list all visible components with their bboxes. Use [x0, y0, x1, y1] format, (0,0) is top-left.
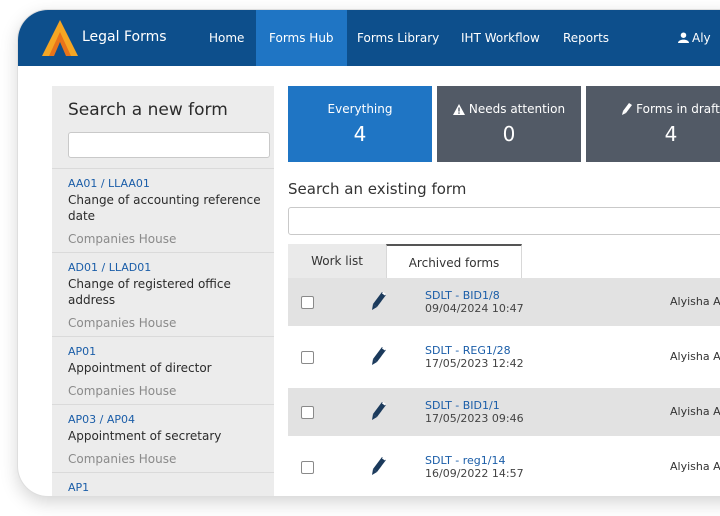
- form-timestamp: 09/04/2024 10:47: [425, 302, 524, 315]
- form-source: Companies House: [68, 452, 177, 466]
- form-code[interactable]: AA01 / LLAA01: [68, 177, 262, 190]
- form-source: Companies House: [68, 316, 177, 330]
- list-item[interactable]: AP03 / AP04 Appointment of secretary Com…: [52, 404, 274, 472]
- edit-pencil-icon[interactable]: [372, 292, 386, 310]
- tile-forms-in-draft[interactable]: Forms in draft 4: [586, 86, 720, 162]
- tile-count: 4: [353, 122, 367, 146]
- form-timestamp: 17/05/2023 09:46: [425, 412, 524, 425]
- tab-work-list[interactable]: Work list: [288, 244, 386, 278]
- form-code[interactable]: AP01: [68, 345, 262, 358]
- user-icon: [678, 32, 689, 43]
- tile-count: 0: [502, 122, 516, 146]
- tile-needs-attention[interactable]: Needs attention 0: [437, 86, 581, 162]
- form-reference-link[interactable]: SDLT - BID1/8: [425, 289, 500, 302]
- new-form-search-input[interactable]: [68, 132, 270, 158]
- list-item[interactable]: AD01 / LLAD01 Change of registered offic…: [52, 252, 274, 336]
- form-source: Companies House: [68, 384, 177, 398]
- tile-label: Forms in draft: [636, 102, 720, 116]
- form-source: Companies House: [68, 232, 177, 246]
- app-window: Legal Forms Home Forms Hub Forms Library…: [18, 10, 720, 496]
- table-row[interactable]: SDLT - BID1/1 17/05/2023 09:46 Alyisha A…: [288, 388, 720, 436]
- form-code[interactable]: AP03 / AP04: [68, 413, 262, 426]
- form-name: Change of registered office address: [68, 277, 231, 307]
- row-checkbox[interactable]: [301, 406, 314, 419]
- tile-count: 4: [664, 122, 678, 146]
- form-owner: Alyisha Ar: [670, 350, 720, 363]
- list-item[interactable]: AP1: [52, 472, 274, 496]
- form-timestamp: 17/05/2023 12:42: [425, 357, 524, 370]
- nav-forms-library[interactable]: Forms Library: [344, 10, 452, 66]
- row-checkbox[interactable]: [301, 296, 314, 309]
- tile-label: Everything: [327, 102, 393, 116]
- tile-everything[interactable]: Everything 4: [288, 86, 432, 162]
- tile-label: Needs attention: [468, 102, 566, 116]
- row-checkbox[interactable]: [301, 351, 314, 364]
- user-menu[interactable]: Aly: [678, 10, 711, 66]
- form-owner: Alyisha Ar: [670, 405, 720, 418]
- edit-pencil-icon[interactable]: [372, 402, 386, 420]
- existing-search-title: Search an existing form: [288, 180, 467, 198]
- tab-archived-forms[interactable]: Archived forms: [386, 244, 522, 278]
- nav-iht-workflow[interactable]: IHT Workflow: [448, 10, 553, 66]
- nav-forms-hub[interactable]: Forms Hub: [256, 10, 347, 66]
- legal-forms-logo: [42, 20, 78, 56]
- pencil-icon: [622, 103, 633, 115]
- form-reference-link[interactable]: SDLT - BID1/1: [425, 399, 500, 412]
- row-checkbox[interactable]: [301, 461, 314, 474]
- form-reference-link[interactable]: SDLT - reg1/14: [425, 454, 505, 467]
- brand-name[interactable]: Legal Forms: [82, 29, 167, 45]
- form-list: AA01 / LLAA01 Change of accounting refer…: [52, 168, 274, 496]
- top-navbar: Legal Forms Home Forms Hub Forms Library…: [18, 10, 720, 66]
- worklist-tabs: Work list Archived forms: [288, 244, 720, 279]
- warning-icon: [452, 104, 465, 115]
- edit-pencil-icon[interactable]: [372, 347, 386, 365]
- list-item[interactable]: AA01 / LLAA01 Change of accounting refer…: [52, 168, 274, 252]
- nav-reports[interactable]: Reports: [550, 10, 622, 66]
- nav-home[interactable]: Home: [196, 10, 257, 66]
- sidebar-title: Search a new form: [68, 100, 228, 120]
- existing-form-search-input[interactable]: [288, 207, 720, 235]
- form-code[interactable]: AP1: [68, 481, 262, 494]
- form-owner: Alyisha Ar: [670, 295, 720, 308]
- form-timestamp: 16/09/2022 14:57: [425, 467, 524, 480]
- table-row[interactable]: SDLT - reg1/14 16/09/2022 14:57 Alyisha …: [288, 443, 720, 491]
- form-name: Change of accounting reference date: [68, 193, 261, 223]
- table-row[interactable]: SDLT - BID1/8 09/04/2024 10:47 Alyisha A…: [288, 278, 720, 326]
- list-item[interactable]: AP01 Appointment of director Companies H…: [52, 336, 274, 404]
- form-name: Appointment of secretary: [68, 429, 222, 443]
- new-form-sidebar: Search a new form AA01 / LLAA01 Change o…: [52, 86, 274, 496]
- work-list-table: SDLT - BID1/8 09/04/2024 10:47 Alyisha A…: [288, 278, 720, 496]
- form-code[interactable]: AD01 / LLAD01: [68, 261, 262, 274]
- table-row[interactable]: SDLT - REG1/28 17/05/2023 12:42 Alyisha …: [288, 333, 720, 381]
- form-owner: Alyisha Ar: [670, 460, 720, 473]
- form-name: Appointment of director: [68, 361, 212, 375]
- edit-pencil-icon[interactable]: [372, 457, 386, 475]
- form-reference-link[interactable]: SDLT - REG1/28: [425, 344, 511, 357]
- user-name: Aly: [692, 31, 711, 45]
